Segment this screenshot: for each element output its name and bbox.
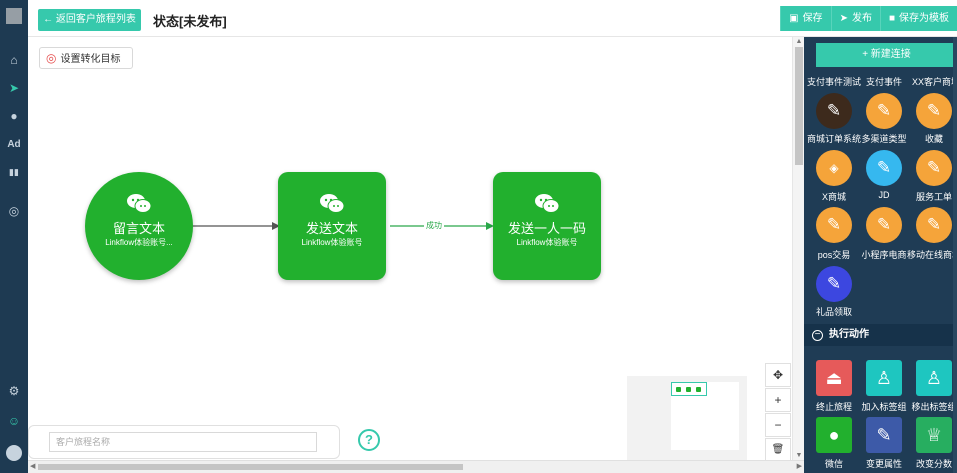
remove-user-icon[interactable]: ♙ <box>916 360 952 396</box>
component-label: 支付事件 <box>865 77 902 87</box>
minimap-node <box>686 387 691 392</box>
section-title: 执行动作 <box>829 329 869 340</box>
node-subtitle: Linkflow体验账号 <box>301 238 363 247</box>
home-icon[interactable]: ⌂ <box>0 52 28 68</box>
component-label: 服务工单 <box>915 192 952 202</box>
component-label: 商城订单系统 <box>806 134 861 144</box>
fit-view-button[interactable]: ✥ <box>765 363 791 387</box>
minimap[interactable] <box>627 376 747 460</box>
node-subtitle: Linkflow体验账号 <box>516 238 578 247</box>
journey-name-box <box>28 425 340 459</box>
component-label: 小程序电商 <box>861 250 907 260</box>
collapse-icon: − <box>812 330 823 341</box>
wechat-icon <box>535 194 560 213</box>
zoom-out-button[interactable]: − <box>765 413 791 437</box>
save-button[interactable]: ▣ 保存 <box>780 6 831 31</box>
trophy-icon[interactable]: ♕ <box>916 417 952 453</box>
wrench-icon[interactable]: ✎ <box>816 207 852 243</box>
wechat-icon <box>320 194 345 213</box>
component-label: XX客户商城 <box>911 77 957 87</box>
send-icon[interactable]: ➤ <box>0 80 28 96</box>
wrench-icon[interactable]: ✎ <box>866 150 902 186</box>
save-icon: ▣ <box>789 13 799 24</box>
node-subtitle: Linkflow体验账号... <box>105 238 173 247</box>
action-label: 终止旅程 <box>815 402 852 412</box>
toolbar-actions: ▣ 保存 ➤ 发布 ■ 保存为模板 <box>780 6 957 31</box>
action-label: 改变分数 <box>915 459 952 469</box>
minimap-node <box>696 387 701 392</box>
scroll-left-arrow[interactable]: ◀ <box>30 462 35 470</box>
journey-node-message-text[interactable]: 留言文本 Linkflow体验账号... <box>85 172 193 280</box>
edge-label-success: 成功 <box>424 220 444 231</box>
wrench-icon[interactable]: ✎ <box>866 93 902 129</box>
canvas-horizontal-scrollbar[interactable]: ◀ ▶ <box>28 460 804 473</box>
left-navigation-rail: ⌂ ➤ ● Ad ▮▮ ◎ ⚙ ☺ <box>0 0 28 473</box>
wrench-icon[interactable]: ✎ <box>916 93 952 129</box>
wechat-icon[interactable]: ● <box>816 417 852 453</box>
component-label: 移动在线商城 <box>906 250 957 260</box>
action-label: 移出标签组 <box>911 402 957 412</box>
component-label: pos交易 <box>817 250 851 260</box>
panel-scrollbar[interactable] <box>953 37 957 473</box>
zoom-controls: ✥ + − 🗑 <box>765 363 791 463</box>
section-header-actions[interactable]: − 执行动作 <box>804 324 957 346</box>
stop-icon[interactable]: ⏏ <box>816 360 852 396</box>
node-title: 发送一人一码 <box>507 221 586 236</box>
component-label: 支付事件测试 <box>806 77 861 87</box>
chat-icon[interactable]: ◎ <box>0 203 28 219</box>
chart-icon[interactable]: ▮▮ <box>0 164 28 180</box>
tag-icon[interactable]: ◈ <box>816 150 852 186</box>
minimap-node <box>676 387 681 392</box>
wrench-icon[interactable]: ✎ <box>916 150 952 186</box>
wechat-icon <box>127 194 152 213</box>
component-label: JD <box>878 190 890 200</box>
template-icon: ■ <box>888 13 895 24</box>
journey-name-input[interactable] <box>49 432 317 452</box>
settings-icon[interactable]: ⚙ <box>0 383 28 399</box>
avatar[interactable] <box>6 445 22 461</box>
publish-button[interactable]: ➤ 发布 <box>830 6 880 31</box>
save-as-template-button[interactable]: ■ 保存为模板 <box>879 6 957 31</box>
scroll-right-arrow[interactable]: ▶ <box>797 462 802 470</box>
component-label: 收藏 <box>924 134 943 144</box>
publish-label: 发布 <box>851 13 872 24</box>
save-as-template-label: 保存为模板 <box>899 13 949 24</box>
page-title: 状态[未发布] <box>153 14 227 29</box>
ad-icon[interactable]: Ad <box>0 137 28 153</box>
edit-icon[interactable]: ✎ <box>866 417 902 453</box>
wrench-icon[interactable]: ✎ <box>816 266 852 302</box>
user-icon[interactable]: ● <box>0 108 28 124</box>
node-title: 留言文本 <box>112 221 165 236</box>
scrollbar-thumb[interactable] <box>38 464 463 470</box>
action-label: 微信 <box>824 459 843 469</box>
component-label: 礼品领取 <box>815 307 852 317</box>
node-title: 发送文本 <box>305 221 358 236</box>
message-icon[interactable]: ☺ <box>0 413 28 429</box>
wrench-icon[interactable]: ✎ <box>866 207 902 243</box>
help-icon[interactable]: ? <box>358 429 380 451</box>
wrench-icon[interactable]: ✎ <box>916 207 952 243</box>
top-bar: ← 返回客户旅程列表 状态[未发布] ▣ 保存 ➤ 发布 ■ 保存为模板 <box>28 0 957 37</box>
send-icon: ➤ <box>839 13 848 24</box>
app-logo <box>6 8 22 24</box>
add-user-icon[interactable]: ♙ <box>866 360 902 396</box>
minimap-nodes <box>671 382 707 396</box>
component-panel: + 新建连接 支付事件测试 支付事件 XX客户商城 ✎ ✎ ✎ 商城订单系统 多… <box>804 37 957 473</box>
wrench-icon[interactable]: ✎ <box>816 93 852 129</box>
new-connection-button[interactable]: + 新建连接 <box>816 43 957 67</box>
journey-node-send-text[interactable]: 发送文本 Linkflow体验账号 <box>278 172 386 280</box>
journey-node-send-code[interactable]: 发送一人一码 Linkflow体验账号 <box>493 172 601 280</box>
component-label: X商城 <box>821 192 846 202</box>
delete-button[interactable]: 🗑 <box>765 438 791 462</box>
back-to-journey-list-button[interactable]: ← 返回客户旅程列表 <box>38 9 141 31</box>
action-label: 变更属性 <box>865 459 902 469</box>
canvas-vertical-scrollbar[interactable]: ▲ ▼ <box>792 37 804 460</box>
scrollbar-thumb[interactable] <box>795 47 803 165</box>
component-label: 多渠道类型 <box>861 134 907 144</box>
action-label: 加入标签组 <box>861 402 907 412</box>
save-label: 保存 <box>802 13 823 24</box>
zoom-in-button[interactable]: + <box>765 388 791 412</box>
